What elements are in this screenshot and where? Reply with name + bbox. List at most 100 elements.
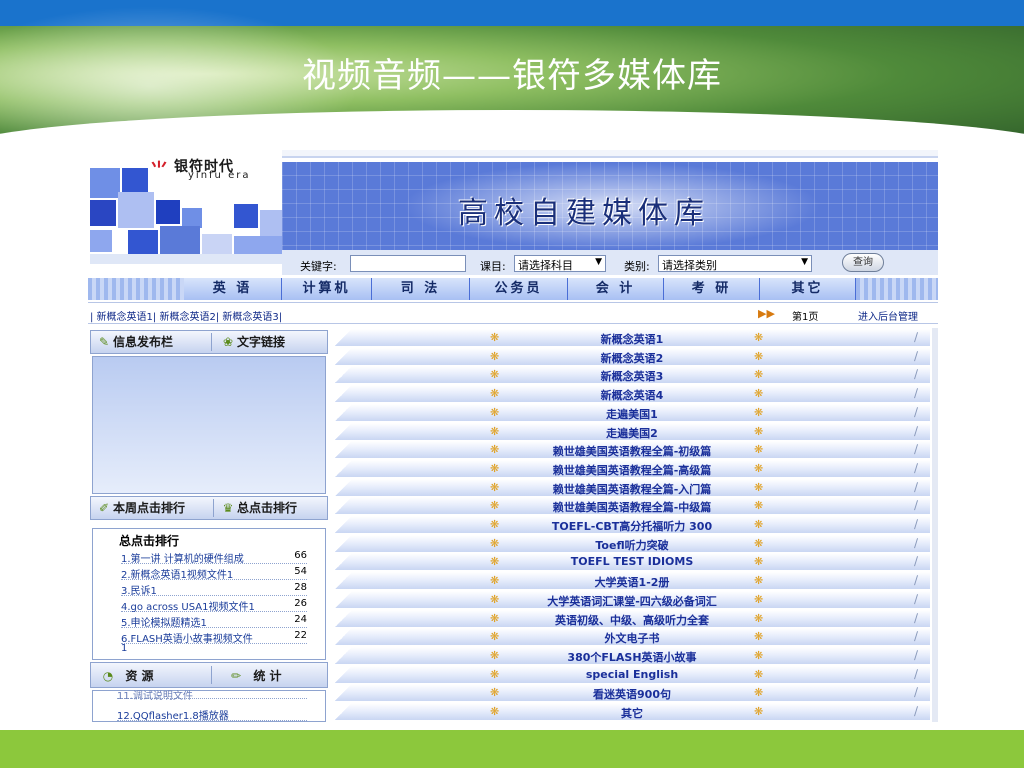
- course-row[interactable]: ❋ 大学英语1-2册 ❋ ∕: [332, 572, 930, 591]
- course-row[interactable]: ❋ 380个FLASH英语小故事 ❋ ∕: [332, 646, 930, 665]
- query-button[interactable]: 查询: [842, 253, 884, 272]
- course-title[interactable]: 新概念英语1: [512, 331, 752, 347]
- course-row[interactable]: ❋ TOEFL-CBT高分托福听力 300 ❋ ∕: [332, 516, 930, 534]
- course-title[interactable]: 380个FLASH英语小故事: [512, 649, 752, 665]
- course-title[interactable]: 大学英语1-2册: [512, 574, 752, 590]
- nav-english[interactable]: 英 语: [184, 278, 282, 300]
- nav-postgraduate[interactable]: 考 研: [664, 278, 760, 300]
- row-decoration: [332, 684, 354, 703]
- list-item[interactable]: 2.新概念英语1视频文件1 54: [121, 565, 307, 581]
- course-title[interactable]: 赖世雄美国英语教程全篇-高级篇: [512, 462, 752, 478]
- flower-icon: ❋: [754, 368, 764, 382]
- course-row[interactable]: ❋ 赖世雄美国英语教程全篇-入门篇 ❋ ∕: [332, 478, 930, 497]
- tab-resources[interactable]: ◔ 资 源: [99, 665, 154, 687]
- tab-total-label: 总点击排行: [237, 501, 298, 515]
- course-row[interactable]: ❋ 走遍美国1 ❋ ∕: [332, 403, 930, 422]
- flower-icon: ❋: [490, 424, 500, 438]
- course-title[interactable]: 新概念英语2: [512, 350, 752, 366]
- nav-law[interactable]: 司 法: [372, 278, 470, 300]
- course-title[interactable]: 大学英语词汇课堂-四六级必备词汇: [512, 593, 752, 609]
- course-row[interactable]: ❋ TOEFL TEST IDIOMS ❋ ∕: [332, 553, 930, 572]
- slash-icon: ∕: [914, 685, 919, 700]
- course-row[interactable]: ❋ 新概念英语4 ❋ ∕: [332, 385, 930, 404]
- course-title[interactable]: TOEFL-CBT高分托福听力 300: [512, 518, 752, 534]
- category-select[interactable]: 请选择类别 ▼: [658, 255, 812, 272]
- slash-icon: ∕: [914, 704, 919, 718]
- course-title[interactable]: Toefl听力突破: [512, 537, 752, 553]
- tab-news-label: 信息发布栏: [113, 335, 174, 349]
- row-decoration: [332, 628, 354, 647]
- course-row[interactable]: ❋ 赖世雄美国英语教程全篇-高级篇 ❋ ∕: [332, 459, 930, 478]
- site-banner: ⺌ 银符时代 yinfu era 高校自建媒体库 关键字: 课目: 请选择科目 …: [88, 150, 938, 275]
- banner-title: 高校自建媒体库: [458, 196, 710, 231]
- course-title[interactable]: 走遍美国2: [512, 425, 752, 441]
- list-item[interactable]: 5.申论模拟题精选1 24: [121, 613, 307, 629]
- course-row[interactable]: ❋ 大学英语词汇课堂-四六级必备词汇 ❋ ∕: [332, 590, 930, 609]
- course-row[interactable]: ❋ 英语初级、中级、高级听力全套 ❋ ∕: [332, 609, 930, 628]
- course-row[interactable]: ❋ Toefl听力突破 ❋ ∕: [332, 534, 930, 553]
- course-row[interactable]: ❋ 新概念英语2 ❋ ∕: [332, 347, 930, 366]
- flower-icon: ❋: [754, 686, 764, 700]
- course-row[interactable]: ❋ 外文电子书 ❋ ∕: [332, 628, 930, 647]
- flower-icon: ❋: [754, 611, 764, 625]
- list-item[interactable]: 12.QQflasher1.8播放器: [117, 707, 307, 722]
- course-title[interactable]: TOEFL TEST IDIOMS: [512, 555, 752, 568]
- flower-icon: ❋: [490, 648, 500, 662]
- tab-links[interactable]: ❀ 文字链接: [219, 331, 285, 353]
- slash-icon: ∕: [914, 442, 919, 457]
- course-title[interactable]: 新概念英语4: [512, 387, 752, 403]
- flower-icon: ❋: [754, 667, 764, 681]
- course-row[interactable]: ❋ 看迷英语900句 ❋ ∕: [332, 684, 930, 703]
- course-title[interactable]: 赖世雄美国英语教程全篇-初级篇: [512, 443, 752, 459]
- list-item[interactable]: 3.民诉1 28: [121, 581, 307, 597]
- tab-weekly-rank[interactable]: ✐ 本周点击排行: [95, 497, 185, 519]
- tab-statistics[interactable]: ✏ 统 计: [227, 665, 282, 687]
- nav-accounting[interactable]: 会 计: [568, 278, 664, 300]
- course-title[interactable]: 赖世雄美国英语教程全篇-入门篇: [512, 481, 752, 497]
- slide-title: 视频音频——银符多媒体库: [302, 56, 722, 96]
- course-title[interactable]: 新概念英语3: [512, 368, 752, 384]
- nav-civil-service[interactable]: 公务员: [470, 278, 568, 300]
- course-title[interactable]: 外文电子书: [512, 630, 752, 646]
- course-row[interactable]: ❋ 新概念英语1 ❋ ∕: [332, 329, 930, 347]
- info-panel: [92, 356, 326, 494]
- course-row[interactable]: ❋ 走遍美国2 ❋ ∕: [332, 422, 930, 441]
- course-row[interactable]: ❋ 赖世雄美国英语教程全篇-初级篇 ❋ ∕: [332, 441, 930, 460]
- admin-link[interactable]: 进入后台管理: [858, 308, 918, 323]
- scrollbar[interactable]: [932, 328, 938, 722]
- nav-computer[interactable]: 计算机: [282, 278, 372, 300]
- nav-other[interactable]: 其它: [760, 278, 856, 300]
- flower-icon: ❋: [754, 555, 764, 569]
- flower-icon: ❋: [754, 648, 764, 662]
- course-title[interactable]: 英语初级、中级、高级听力全套: [512, 612, 752, 628]
- slash-icon: ∕: [914, 591, 919, 606]
- row-decoration: [332, 572, 354, 591]
- subcategory-links[interactable]: | 新概念英语1| 新概念英语2| 新概念英语3|: [90, 308, 282, 323]
- search-bar: 关键字: 课目: 请选择科目 ▼ 类别: 请选择类别 ▼ 查询: [282, 250, 938, 275]
- list-item[interactable]: 1.第一讲 计算机的硬件组成 66: [121, 549, 307, 565]
- flower-icon: ❋: [490, 349, 500, 363]
- keyword-input[interactable]: [350, 255, 466, 272]
- course-row[interactable]: ❋ 新概念英语3 ❋ ∕: [332, 366, 930, 385]
- course-title[interactable]: 其它: [512, 705, 752, 721]
- course-row[interactable]: ❋ special English ❋ ∕: [332, 665, 930, 684]
- course-row[interactable]: ❋ 其它 ❋ ∕: [332, 703, 930, 721]
- row-decoration: [332, 403, 354, 422]
- course-title[interactable]: 赖世雄美国英语教程全篇-中级篇: [512, 499, 752, 515]
- list-item[interactable]: 6.FLASH英语小故事视频文件 22: [121, 629, 307, 645]
- course-row[interactable]: ❋ 赖世雄美国英语教程全篇-中级篇 ❋ ∕: [332, 497, 930, 516]
- row-decoration: [332, 665, 354, 684]
- subject-select[interactable]: 请选择科目 ▼: [514, 255, 606, 272]
- course-title[interactable]: 走遍美国1: [512, 406, 752, 422]
- flower-icon: ❋: [754, 480, 764, 494]
- tab-news[interactable]: ✎ 信息发布栏: [95, 331, 173, 353]
- slash-icon: ∕: [914, 423, 919, 438]
- flower-icon: ❋: [754, 349, 764, 363]
- list-item[interactable]: 4.go across USA1视频文件1 26: [121, 597, 307, 613]
- list-item[interactable]: 11.调试说明文件: [117, 687, 307, 702]
- course-title[interactable]: 看迷英语900句: [512, 686, 752, 702]
- slash-icon: ∕: [914, 330, 919, 344]
- tab-total-rank[interactable]: ♛ 总点击排行: [219, 497, 297, 519]
- tab-weekly-label: 本周点击排行: [113, 501, 186, 515]
- course-title[interactable]: special English: [512, 668, 752, 681]
